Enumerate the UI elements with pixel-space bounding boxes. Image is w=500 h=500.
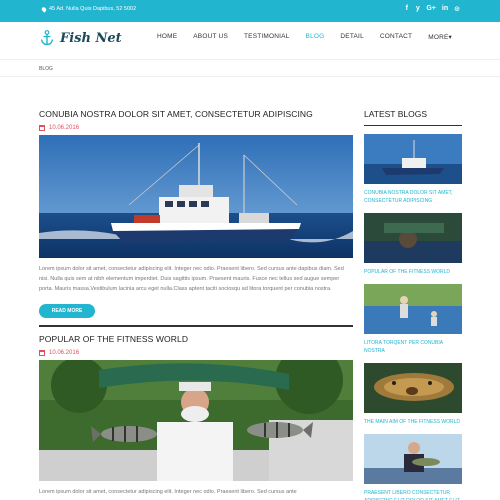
nav-contact[interactable]: CONTACT (372, 33, 420, 41)
post-image-boat[interactable] (39, 135, 353, 258)
latest-blog-item[interactable]: POPULAR OF THE FITNESS WORLD (364, 213, 462, 276)
sidebar-title: LATEST BLOGS (364, 109, 427, 119)
facebook-icon[interactable]: f (404, 5, 409, 13)
boat-picture (39, 135, 353, 258)
boat-thumbnail (364, 134, 462, 184)
calendar-icon (39, 350, 45, 356)
anchor-icon (40, 30, 54, 46)
latest-blog-label[interactable]: CONUBIA NOSTRA DOLOR SIT AMET, CONSECTET… (364, 189, 462, 205)
linkedin-icon[interactable]: in (442, 5, 448, 13)
logo[interactable]: Fish Net (40, 30, 122, 46)
nav-about-us[interactable]: ABOUT US (185, 33, 236, 41)
post-image-fisherman[interactable] (39, 360, 353, 481)
river-thumbnail (364, 284, 462, 334)
angler-thumbnail (364, 434, 462, 484)
nav-testimonial[interactable]: TESTIMONIAL (236, 33, 298, 41)
post-date-text: 10.06.2016 (49, 350, 80, 356)
nav-blog[interactable]: BLOG (298, 33, 333, 41)
address-text: 45 Ad. Nulla Quis Dapibus, 52 5002 (49, 6, 137, 12)
post-excerpt: Lorem ipsum dolor sit amet, consectetur … (39, 489, 297, 495)
main-nav: HOME ABOUT US TESTIMONIAL BLOG DETAIL CO… (149, 33, 460, 41)
post-divider (39, 325, 353, 327)
post-date: 10.06.2016 (39, 350, 353, 356)
breadcrumb: BLOG (0, 61, 500, 77)
latest-blog-label[interactable]: POPULAR OF THE FITNESS WORLD (364, 268, 462, 276)
sidebar-latest-blogs: LATEST BLOGS CONUBIA NOSTRA DOLOR SIT AM… (364, 109, 462, 500)
nav-detail[interactable]: DETAIL (332, 33, 371, 41)
twitter-icon[interactable]: y (415, 5, 420, 13)
latest-blog-label[interactable]: LITORA TORQENT PER CONUBIA NOSTRA (364, 339, 462, 355)
latest-blog-thumbnail[interactable] (364, 213, 462, 263)
latest-blog-item[interactable]: PRAESENT LIBERO CONSECTETUR ADIPISCING E… (364, 434, 462, 500)
post-date: 10.06.2016 (39, 125, 353, 131)
post-title[interactable]: CONUBIA NOSTRA DOLOR SIT AMET, CONSECTET… (39, 109, 353, 119)
post-excerpt: Lorem ipsum dolor sit amet, consectetur … (39, 266, 344, 292)
latest-blog-thumbnail[interactable] (364, 134, 462, 184)
breadcrumb-current: BLOG (39, 66, 53, 72)
latest-blog-item[interactable]: THE MAIN AIM OF THE FITNESS WORLD (364, 363, 462, 426)
latest-blog-label[interactable]: PRAESENT LIBERO CONSECTETUR ADIPISCING E… (364, 489, 462, 500)
latest-blog-thumbnail[interactable] (364, 363, 462, 413)
read-more-button[interactable]: READ MORE (39, 304, 95, 318)
blog-main: CONUBIA NOSTRA DOLOR SIT AMET, CONSECTET… (39, 109, 353, 497)
latest-blog-label[interactable]: THE MAIN AIM OF THE FITNESS WORLD (364, 418, 462, 426)
fitness-thumbnail (364, 213, 462, 263)
logo-text: Fish Net (60, 30, 122, 46)
blog-post: CONUBIA NOSTRA DOLOR SIT AMET, CONSECTET… (39, 109, 353, 327)
latest-blog-thumbnail[interactable] (364, 434, 462, 484)
carp-thumbnail (364, 363, 462, 413)
site-header: Fish Net HOME ABOUT US TESTIMONIAL BLOG … (0, 22, 500, 60)
latest-blog-item[interactable]: CONUBIA NOSTRA DOLOR SIT AMET, CONSECTET… (364, 134, 462, 205)
map-pin-icon (40, 5, 48, 13)
top-bar: 45 Ad. Nulla Quis Dapibus, 52 5002 f y G… (0, 0, 500, 22)
latest-blog-item[interactable]: LITORA TORQENT PER CONUBIA NOSTRA (364, 284, 462, 355)
pinterest-icon[interactable]: ⊙ (454, 5, 460, 13)
nav-home[interactable]: HOME (149, 33, 185, 41)
post-title[interactable]: POPULAR OF THE FITNESS WORLD (39, 334, 353, 344)
google-plus-icon[interactable]: G+ (426, 5, 436, 13)
calendar-icon (39, 125, 45, 131)
fisherman-picture (39, 360, 353, 481)
address: 45 Ad. Nulla Quis Dapibus, 52 5002 (40, 5, 137, 13)
latest-blog-thumbnail[interactable] (364, 284, 462, 334)
nav-more[interactable]: MORE▾ (420, 33, 460, 41)
sidebar-divider (364, 125, 462, 126)
blog-post: POPULAR OF THE FITNESS WORLD 10.06.2016 (39, 334, 353, 497)
social-links: f y G+ in ⊙ (404, 5, 460, 13)
post-date-text: 10.06.2016 (49, 125, 80, 131)
